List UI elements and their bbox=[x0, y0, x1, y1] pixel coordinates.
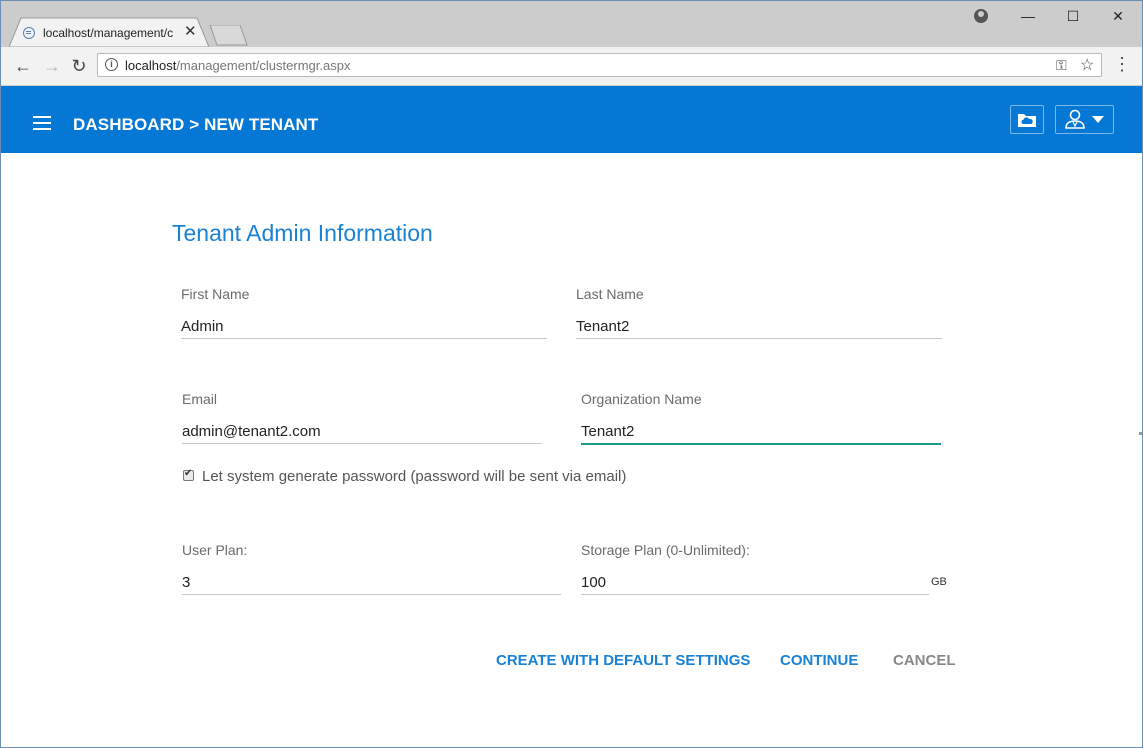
profile-icon[interactable] bbox=[974, 9, 988, 23]
storage-plan-field: Storage Plan (0-Unlimited): bbox=[581, 542, 929, 598]
storage-plan-input[interactable] bbox=[581, 570, 929, 595]
new-tab-button[interactable] bbox=[209, 25, 249, 47]
browser-tab[interactable]: localhost/management/c ✕ bbox=[9, 17, 209, 47]
browser-window: localhost/management/c ✕ — ☐ ✕ ← → ↻ i l… bbox=[0, 0, 1143, 748]
storage-unit-label: GB bbox=[931, 576, 947, 588]
close-window-button[interactable]: ✕ bbox=[1095, 3, 1141, 29]
continue-button[interactable]: CONTINUE bbox=[780, 652, 858, 669]
cancel-button[interactable]: CANCEL bbox=[893, 652, 956, 669]
last-name-label: Last Name bbox=[576, 286, 644, 302]
last-name-field: Last Name bbox=[576, 286, 942, 342]
minimize-button[interactable]: — bbox=[1005, 3, 1051, 29]
organization-name-field: Organization Name bbox=[581, 391, 941, 447]
organization-name-input[interactable] bbox=[581, 419, 941, 445]
user-plan-label: User Plan: bbox=[182, 542, 248, 558]
address-bar[interactable]: i localhost/management/clustermgr.aspx ⚿… bbox=[97, 53, 1102, 77]
first-name-label: First Name bbox=[181, 286, 250, 302]
bookmark-star-icon[interactable]: ☆ bbox=[1080, 55, 1094, 75]
back-arrow-icon[interactable]: ← bbox=[12, 55, 34, 77]
breadcrumb: DASHBOARD > NEW TENANT bbox=[73, 115, 319, 134]
tab-title: localhost/management/c bbox=[43, 26, 174, 40]
title-bar: localhost/management/c ✕ — ☐ ✕ bbox=[1, 1, 1142, 47]
user-plan-field: User Plan: bbox=[182, 542, 561, 598]
reload-icon[interactable]: ↻ bbox=[68, 55, 90, 77]
browser-menu-icon[interactable]: ⋮ bbox=[1113, 54, 1131, 74]
section-title: Tenant Admin Information bbox=[172, 220, 433, 246]
chevron-down-icon bbox=[1092, 116, 1104, 123]
cloud-folder-button[interactable] bbox=[1010, 105, 1044, 134]
generate-password-label: Let system generate password (password w… bbox=[202, 468, 627, 485]
email-label: Email bbox=[182, 391, 218, 407]
first-name-input[interactable] bbox=[181, 314, 547, 339]
url-text: localhost/management/clustermgr.aspx bbox=[125, 58, 350, 73]
browser-toolbar: ← → ↻ i localhost/management/clustermgr.… bbox=[1, 47, 1142, 86]
last-name-input[interactable] bbox=[576, 314, 942, 339]
url-host: localhost bbox=[125, 58, 177, 73]
user-menu-button[interactable] bbox=[1055, 105, 1114, 134]
organization-name-label: Organization Name bbox=[581, 391, 702, 407]
storage-plan-label: Storage Plan (0-Unlimited): bbox=[581, 542, 750, 558]
key-icon[interactable]: ⚿ bbox=[1056, 57, 1067, 74]
resize-edge-mark bbox=[1139, 432, 1142, 435]
maximize-button[interactable]: ☐ bbox=[1050, 3, 1096, 29]
cloud-folder-icon bbox=[1018, 114, 1036, 127]
info-icon[interactable]: i bbox=[105, 58, 118, 71]
email-field: Email bbox=[182, 391, 542, 447]
url-path: /management/clustermgr.aspx bbox=[176, 58, 351, 73]
create-default-button[interactable]: CREATE WITH DEFAULT SETTINGS bbox=[496, 652, 750, 669]
first-name-field: First Name bbox=[181, 286, 547, 342]
generate-password-checkbox[interactable] bbox=[183, 468, 194, 481]
page-favicon-icon bbox=[23, 27, 35, 39]
email-input[interactable] bbox=[182, 419, 542, 444]
forward-arrow-icon[interactable]: → bbox=[41, 55, 63, 77]
hamburger-menu-icon[interactable] bbox=[33, 116, 51, 130]
app-header: DASHBOARD > NEW TENANT bbox=[1, 86, 1142, 153]
user-plan-input[interactable] bbox=[182, 570, 561, 595]
close-tab-icon[interactable]: ✕ bbox=[184, 24, 197, 40]
